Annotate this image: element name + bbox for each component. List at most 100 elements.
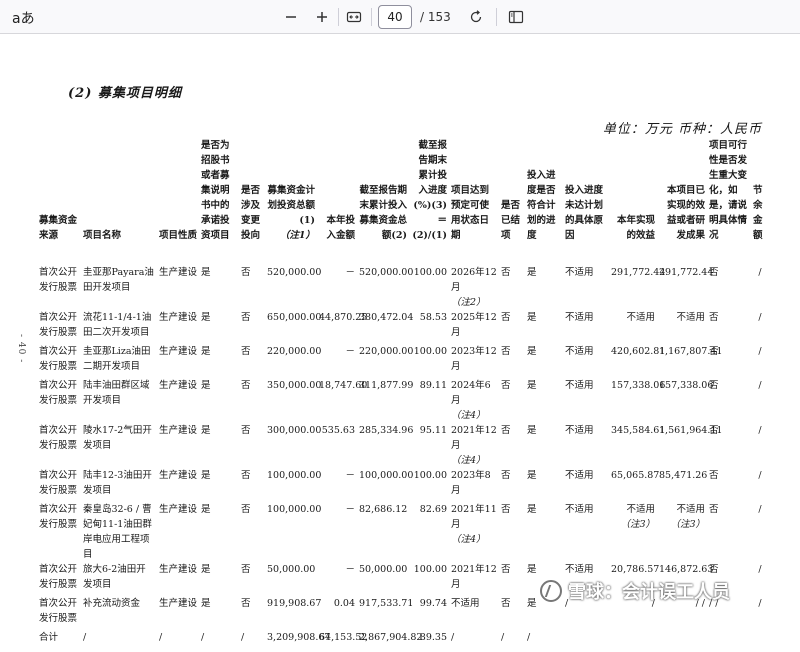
table-cell: 520,000.00 xyxy=(265,251,321,310)
table-cell: 100,000.00 xyxy=(265,502,321,562)
cell-value: 生产建设 xyxy=(159,504,198,515)
zoom-out-button[interactable] xyxy=(279,5,303,29)
cell-value: 首次公开发行股票 xyxy=(39,470,78,496)
cell-value: 否 xyxy=(709,312,719,323)
header-cell: 募集资金计划投资总额(1) （注1） xyxy=(265,138,317,251)
header-cell: 节余金额 xyxy=(753,185,763,241)
minus-icon xyxy=(286,16,296,18)
table-cell: － xyxy=(317,251,357,310)
cell-value: 不适用 xyxy=(565,504,594,515)
fundraising-project-table: 募集资金来源 项目名称 项目性质 是否为招股书或者募集说明书中的承诺投资项目 是… xyxy=(37,138,769,652)
table-cell: 是 xyxy=(199,310,239,344)
cell-value: 生产建设 xyxy=(159,425,198,436)
table-cell: 285,334.96 xyxy=(357,423,414,468)
table-cell: 95.11 xyxy=(409,423,449,468)
cell-value: 82.69 xyxy=(419,504,447,515)
table-cell: 陆丰油田群区域开发项目 xyxy=(81,378,157,423)
table-cell: 是 xyxy=(525,251,563,310)
cell-value: 秦皇岛32-6 / 曹妃甸11-1油田群岸电应用工程项目 xyxy=(83,504,152,560)
cell-value: 否 xyxy=(241,504,251,515)
table-cell: 是 xyxy=(199,468,239,502)
header-cell: 投入进度是否符合计划的进度 xyxy=(527,170,556,241)
table-cell: / xyxy=(751,423,769,468)
rotate-button[interactable] xyxy=(464,5,488,29)
cell-value: 否 xyxy=(709,425,719,436)
cell-value: 是 xyxy=(201,380,211,391)
table-cell: 2023年8月 xyxy=(449,468,499,502)
table-cell: 3,209,908.67 xyxy=(265,630,330,652)
table-cell: 不适用 xyxy=(563,310,609,344)
page-number-input[interactable] xyxy=(378,5,412,29)
table-cell: 否 xyxy=(707,378,751,423)
cell-value: 否 xyxy=(709,346,719,357)
cell-value: 否 xyxy=(501,267,511,278)
cell-value: 95.11 xyxy=(419,425,447,436)
cell-value: 否 xyxy=(501,312,511,323)
table-row: 首次公开发行股票 流花11-1/4-1油田二次开发项目 生产建设是否 650,000.… xyxy=(37,310,769,344)
table-cell: 是 xyxy=(199,562,239,596)
table-cell: 100.00 xyxy=(409,251,449,310)
table-cell: 首次公开发行股票 xyxy=(37,562,81,596)
table-cell: 82,686.12 xyxy=(357,502,409,562)
cell-value: － xyxy=(345,267,355,278)
table-cell: / xyxy=(751,502,769,562)
cell-value: 100.00 xyxy=(413,470,447,481)
cell-note: （注4） xyxy=(451,410,486,421)
cell-value: 是 xyxy=(201,312,211,323)
table-cell: / xyxy=(751,251,769,310)
cell-value: / xyxy=(758,470,762,481)
table-cell: 2025年12月 xyxy=(449,310,499,344)
table-cell: 50,000.00 xyxy=(357,562,409,596)
table-cell: 生产建设 xyxy=(157,378,199,423)
cell-value: 否 xyxy=(501,564,511,575)
cell-value: 否 xyxy=(709,564,719,575)
table-row: 首次公开发行股票 陆丰12-3油田开发项目 生产建设是否 100,000.00 － 100… xyxy=(37,468,769,502)
text-recognition-icon[interactable]: aあ xyxy=(12,8,35,28)
table-cell: 2026年12月 （注2） xyxy=(449,251,499,310)
cell-value: 是 xyxy=(527,312,537,323)
header-cell: 募集资金来源 xyxy=(39,215,78,241)
cell-value: 生产建设 xyxy=(159,564,198,575)
cell-value: / xyxy=(758,312,762,323)
table-cell: 否 xyxy=(707,423,751,468)
table-cell: 650,000.00 xyxy=(265,310,321,344)
cell-value: 首次公开发行股票 xyxy=(39,425,78,451)
cell-value: 是 xyxy=(201,425,211,436)
cell-value: 是 xyxy=(527,380,537,391)
cell-value: 2026年12月 xyxy=(451,267,497,293)
toolbar-divider xyxy=(338,8,339,26)
table-cell: 不适用 xyxy=(449,596,499,630)
cell-value: / xyxy=(758,346,762,357)
table-cell: 否 xyxy=(239,310,265,344)
cell-value: 420,602.81 xyxy=(611,346,666,357)
header-note: （注1） xyxy=(279,230,315,241)
cell-value: 陵水17-2气田开发项目 xyxy=(83,425,152,451)
table-cell: 否 xyxy=(499,310,525,344)
cell-value: 不适用 xyxy=(565,425,594,436)
table-cell: 生产建设 xyxy=(157,423,199,468)
cell-value: 18,747.60 xyxy=(319,380,368,391)
zoom-in-button[interactable] xyxy=(310,5,334,29)
header-cell: 投入进度未达计划的具体原因 xyxy=(565,185,604,241)
cell-value: 2021年11月 xyxy=(451,504,497,530)
cell-value: 44,870.25 xyxy=(319,312,368,323)
cell-value: 220,000.00 xyxy=(267,346,322,357)
table-cell: 100.00 xyxy=(409,468,449,502)
table-cell: 是 xyxy=(199,423,239,468)
cell-value: 否 xyxy=(709,267,719,278)
cell-value: 285,334.96 xyxy=(359,425,414,436)
table-cell: 生产建设 xyxy=(157,502,199,562)
table-cell: 补充流动资金 xyxy=(81,596,157,630)
sidebar-toggle-button[interactable] xyxy=(504,5,528,29)
table-cell: 100,000.00 xyxy=(357,468,413,502)
table-cell: 2021年12月 xyxy=(449,562,499,596)
table-cell: 合计 xyxy=(37,630,81,652)
table-cell: 是 xyxy=(525,468,563,502)
table-cell: 是 xyxy=(199,344,239,378)
table-cell: 18,747.60 xyxy=(317,378,368,423)
table-cell: 否 xyxy=(239,251,265,310)
cell-value: 是 xyxy=(527,504,537,515)
unit-currency-line: 单位：万元 币种：人民币 xyxy=(602,122,762,137)
table-cell: 是 xyxy=(525,423,563,468)
fit-width-button[interactable] xyxy=(342,5,366,29)
